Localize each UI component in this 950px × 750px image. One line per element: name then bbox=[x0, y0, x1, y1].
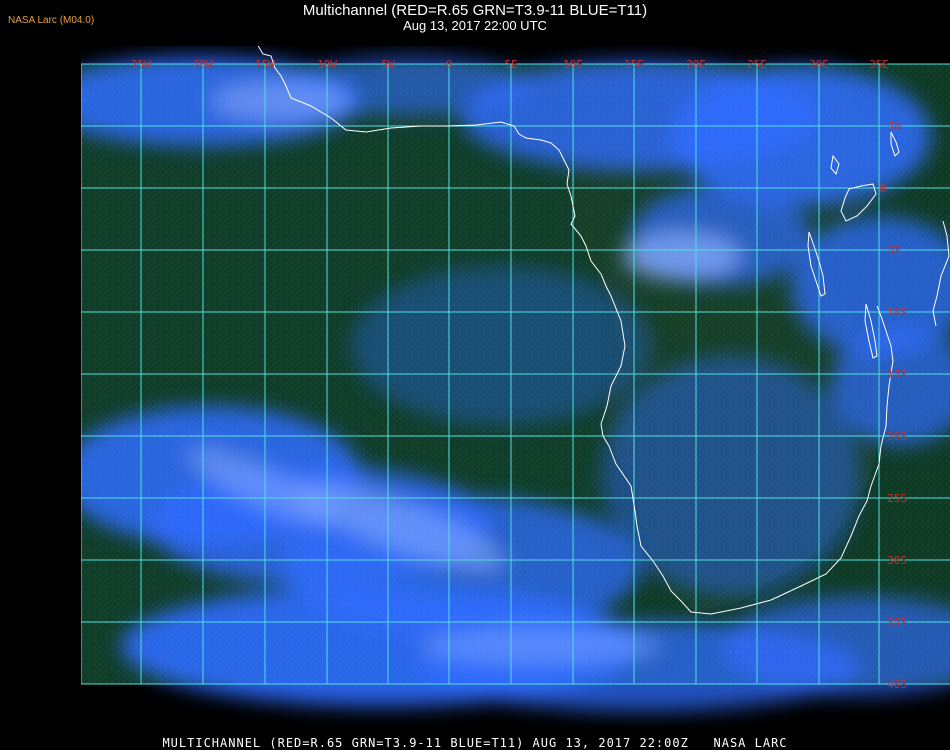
lon-label: 15W bbox=[255, 58, 275, 71]
lat-label: 10S bbox=[887, 306, 907, 319]
lon-label: 30E bbox=[809, 58, 829, 71]
lon-label: 25W bbox=[131, 58, 151, 71]
lon-label: 35E bbox=[869, 58, 889, 71]
lon-label: 20E bbox=[686, 58, 706, 71]
lat-label: 15S bbox=[887, 368, 907, 381]
lon-label: 25E bbox=[747, 58, 767, 71]
lat-label: 5S bbox=[888, 244, 901, 257]
satellite-map[interactable]: 25W 20W 15W 10W 5W 0 5E 10E 15E 20E 25E … bbox=[81, 46, 950, 727]
lat-label: 5N bbox=[888, 120, 901, 133]
lat-label: 30S bbox=[887, 554, 907, 567]
lon-label: 5W bbox=[381, 58, 395, 71]
satellite-imagery-panel[interactable]: 25W 20W 15W 10W 5W 0 5E 10E 15E 20E 25E … bbox=[81, 46, 950, 727]
lat-label: 0 bbox=[879, 182, 886, 195]
lon-label: 10E bbox=[563, 58, 583, 71]
lat-label: 20S bbox=[887, 430, 907, 443]
lat-label: 25S bbox=[887, 492, 907, 505]
footer-caption: MULTICHANNEL (RED=R.65 GRN=T3.9-11 BLUE=… bbox=[162, 736, 788, 750]
lon-label: 5E bbox=[504, 58, 517, 71]
image-datetime: Aug 13, 2017 22:00 UTC bbox=[403, 18, 547, 33]
lon-label: 0 bbox=[446, 58, 453, 71]
image-title: Multichannel (RED=R.65 GRN=T3.9-11 BLUE=… bbox=[302, 2, 648, 19]
lat-label: 35S bbox=[887, 616, 907, 629]
lat-label: 40S bbox=[887, 678, 907, 691]
lon-label: 15E bbox=[624, 58, 644, 71]
lon-label: 20W bbox=[193, 58, 213, 71]
lon-label: 10W bbox=[317, 58, 337, 71]
